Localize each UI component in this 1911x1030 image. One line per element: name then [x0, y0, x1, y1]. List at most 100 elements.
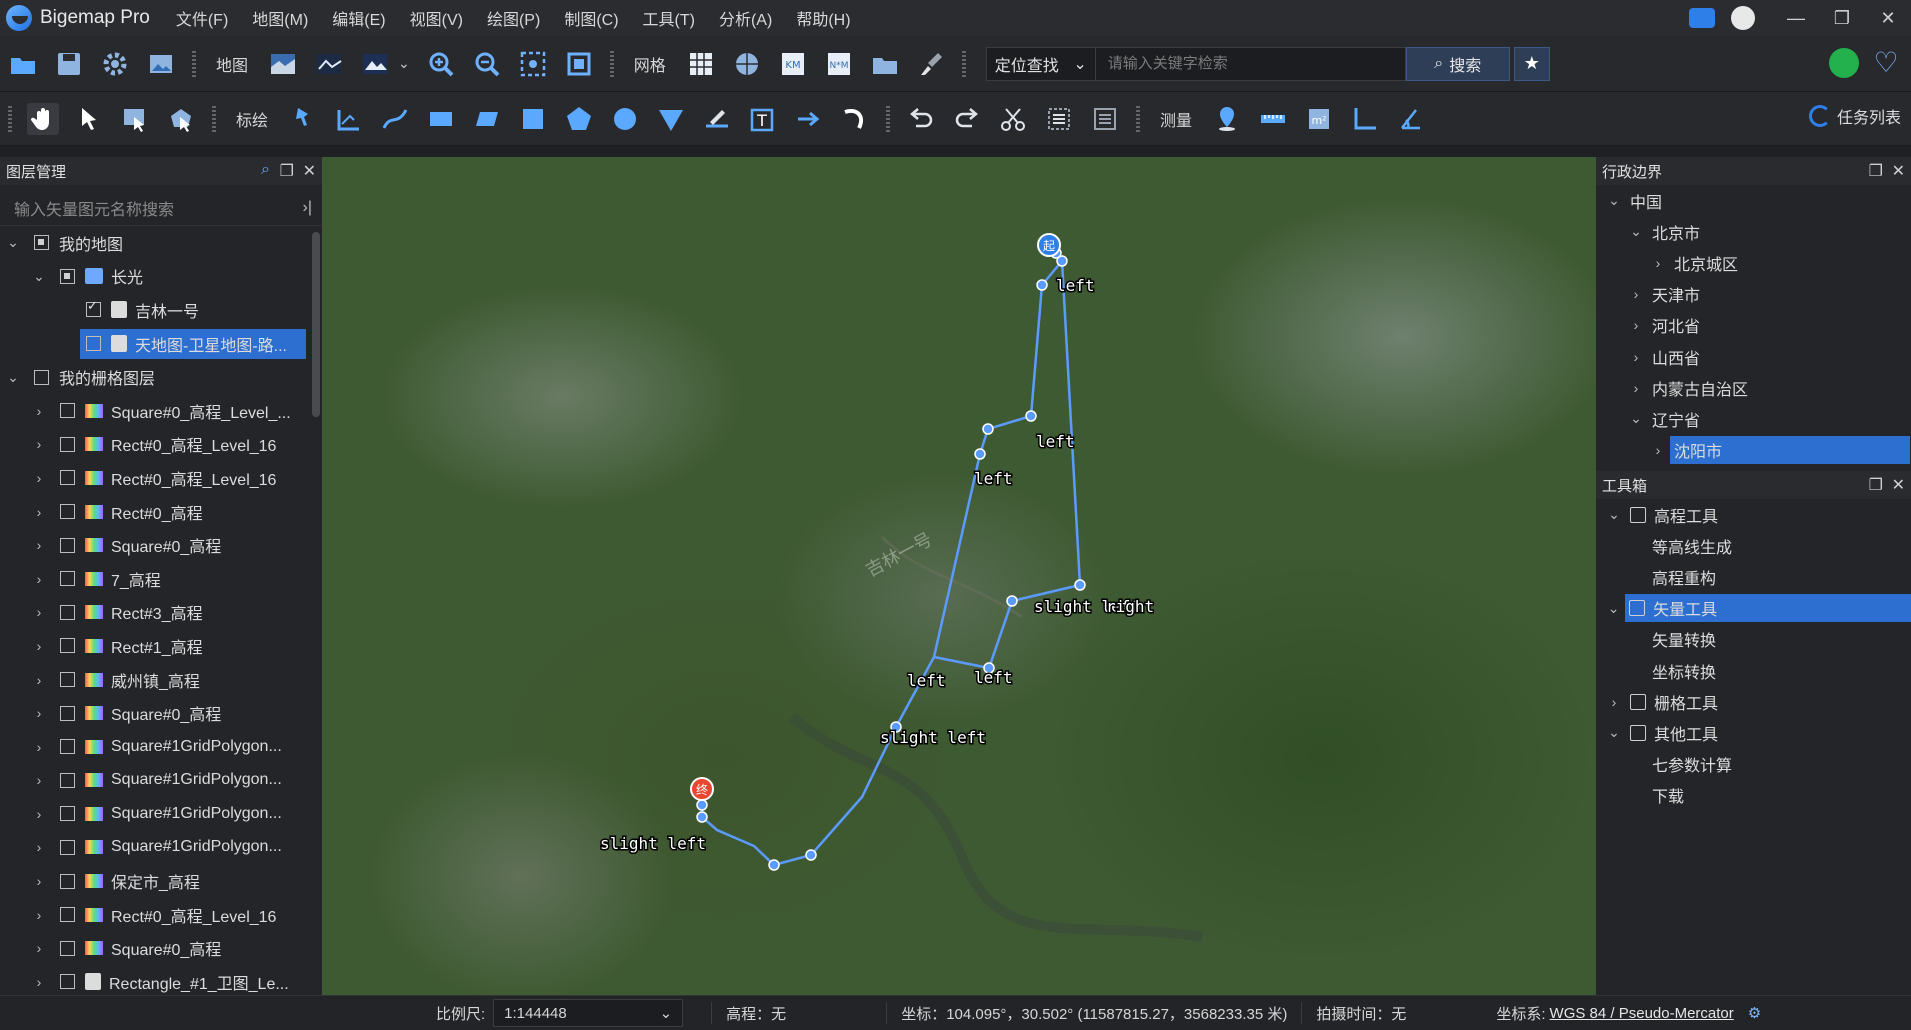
route-node[interactable]	[974, 448, 986, 460]
panel-close-icon[interactable]: ✕	[1892, 475, 1905, 495]
route-node[interactable]	[805, 849, 817, 861]
chevron-right-icon[interactable]: ›	[30, 772, 48, 788]
layer-row[interactable]: › Square#1GridPolygon...	[0, 730, 322, 764]
layer-row[interactable]: › Rect#1_高程	[0, 629, 322, 663]
layer-row[interactable]: › Rect#3_高程	[0, 596, 322, 630]
chevron-right-icon[interactable]: ›	[30, 806, 48, 822]
azimuth-measure-icon[interactable]	[1395, 103, 1427, 135]
menu-view[interactable]: 视图(V)	[398, 6, 475, 30]
panel-float-icon[interactable]: ❐	[280, 161, 294, 181]
chevron-down-icon[interactable]: ⌄	[30, 268, 48, 285]
toolbox-row[interactable]: › 栅格工具	[1596, 686, 1911, 717]
toolbox-row[interactable]: 矢量转换	[1596, 624, 1911, 655]
layer-row[interactable]: › Square#0_高程	[0, 696, 322, 730]
route-node[interactable]	[1074, 579, 1086, 591]
boundary-row[interactable]: › 内蒙古自治区	[1596, 372, 1911, 403]
chevron-down-icon[interactable]: ⌄	[1626, 223, 1646, 240]
satellite-map-icon[interactable]	[267, 48, 299, 80]
layer-row[interactable]: › Square#0_高程_Level_...	[0, 394, 322, 428]
chevron-right-icon[interactable]: ›	[30, 403, 48, 419]
toolbar-grip[interactable]	[8, 105, 12, 132]
layer-visibility-checkbox[interactable]	[60, 571, 75, 587]
chevron-right-icon[interactable]: ›	[30, 470, 48, 486]
layer-visibility-checkbox[interactable]	[60, 705, 75, 721]
layer-row[interactable]: 吉林一号	[0, 293, 322, 327]
arrow-draw-icon[interactable]	[793, 103, 825, 135]
map-canvas[interactable]: 吉林一号 起 终 left left left slight left righ…	[322, 157, 1596, 995]
ruler-distance-icon[interactable]	[1257, 103, 1289, 135]
locate-search-dropdown[interactable]: 定位查找 ⌄	[985, 46, 1096, 81]
layer-row[interactable]: › Rect#0_高程_Level_16	[0, 461, 322, 495]
text-label-icon[interactable]: T	[747, 103, 779, 135]
curve-line-icon[interactable]	[379, 103, 411, 135]
layer-visibility-checkbox[interactable]	[34, 235, 49, 251]
layer-row[interactable]: › Square#1GridPolygon...	[0, 764, 322, 798]
route-node[interactable]	[1036, 279, 1048, 291]
redo-icon[interactable]	[951, 103, 983, 135]
chevron-right-icon[interactable]: ›	[30, 436, 48, 452]
clear-brush-icon[interactable]	[915, 48, 947, 80]
route-node[interactable]	[696, 799, 708, 811]
user-avatar-icon[interactable]	[1731, 6, 1755, 30]
list-table-icon[interactable]	[1089, 103, 1121, 135]
layer-visibility-checkbox[interactable]	[60, 940, 75, 956]
route-node[interactable]	[982, 423, 994, 435]
layer-visibility-checkbox[interactable]	[86, 298, 101, 318]
layer-row[interactable]: ⌄ 我的地图	[0, 226, 322, 260]
layer-visibility-checkbox[interactable]	[60, 839, 75, 855]
scissors-icon[interactable]	[997, 103, 1029, 135]
toolbox-row[interactable]: ⌄ 矢量工具	[1596, 593, 1911, 624]
layer-row[interactable]: › 威州镇_高程	[0, 663, 322, 697]
chevron-right-icon[interactable]: ›	[30, 940, 48, 956]
layer-row[interactable]: ⌄ 我的栅格图层	[0, 360, 322, 394]
route-node[interactable]	[1006, 595, 1018, 607]
rectangle-draw-icon[interactable]	[425, 103, 457, 135]
location-pin-icon[interactable]	[1211, 103, 1243, 135]
toolbox-row[interactable]: 坐标转换	[1596, 655, 1911, 686]
chevron-right-icon[interactable]: ›	[1626, 380, 1646, 396]
task-list-button[interactable]: 任务列表	[1808, 104, 1901, 128]
area-measure-icon[interactable]: m²	[1303, 103, 1335, 135]
close-window-button[interactable]: ✕	[1865, 8, 1911, 29]
layer-visibility-checkbox[interactable]	[86, 336, 101, 352]
panel-float-icon[interactable]: ❐	[1869, 475, 1883, 495]
toolbar-grip[interactable]	[609, 50, 614, 77]
toolbox-row[interactable]: 下载	[1596, 780, 1911, 811]
curved-arrow-icon[interactable]	[839, 103, 871, 135]
chevron-down-icon[interactable]: ⌄	[1604, 506, 1624, 523]
layer-row[interactable]: › Rectangle_#1_卫图_Le...	[0, 965, 322, 995]
toolbar-grip[interactable]	[961, 50, 966, 77]
layer-row[interactable]: › Square#0_高程	[0, 528, 322, 562]
zoom-extent-icon[interactable]	[517, 48, 549, 80]
parallelogram-icon[interactable]	[471, 103, 503, 135]
open-folder-icon[interactable]	[7, 48, 39, 80]
layer-visibility-checkbox[interactable]	[60, 537, 75, 553]
boundary-row[interactable]: ⌄ 中国	[1596, 185, 1911, 216]
toolbox-row[interactable]: ⌄ 高程工具	[1596, 499, 1911, 530]
chevron-right-icon[interactable]: ›	[30, 705, 48, 721]
chevron-right-icon[interactable]: ›	[1648, 442, 1668, 458]
heart-icon[interactable]: ♡	[1871, 48, 1901, 78]
sector-draw-icon[interactable]	[655, 103, 687, 135]
boundary-row[interactable]: › 沈阳市	[1596, 435, 1911, 466]
toolbox-row[interactable]: 七参数计算	[1596, 749, 1911, 780]
pan-hand-icon[interactable]	[27, 102, 59, 135]
chevron-right-icon[interactable]: ›	[30, 504, 48, 520]
select-arrow-icon[interactable]	[73, 103, 105, 135]
layer-visibility-checkbox[interactable]	[60, 268, 75, 284]
attribute-table-icon[interactable]	[1043, 103, 1075, 135]
chevron-right-icon[interactable]: ›	[30, 907, 48, 923]
chevron-right-icon[interactable]: ›	[1626, 349, 1646, 365]
layer-visibility-checkbox[interactable]	[60, 772, 75, 788]
layer-visibility-checkbox[interactable]	[60, 974, 75, 990]
lnglat-grid-icon[interactable]	[731, 48, 763, 80]
menu-edit[interactable]: 编辑(E)	[320, 6, 397, 30]
polygon-select-icon[interactable]	[165, 103, 197, 135]
toolbar-grip[interactable]	[192, 50, 196, 77]
chevron-down-icon[interactable]: ⌄	[1604, 600, 1623, 617]
wechat-icon[interactable]	[1829, 48, 1859, 78]
km-grid-icon[interactable]: KM	[777, 48, 809, 80]
toolbar-grip[interactable]	[1136, 105, 1141, 132]
box-select-icon[interactable]	[119, 103, 151, 135]
search-button[interactable]: ⌕ 搜索	[1405, 46, 1510, 81]
